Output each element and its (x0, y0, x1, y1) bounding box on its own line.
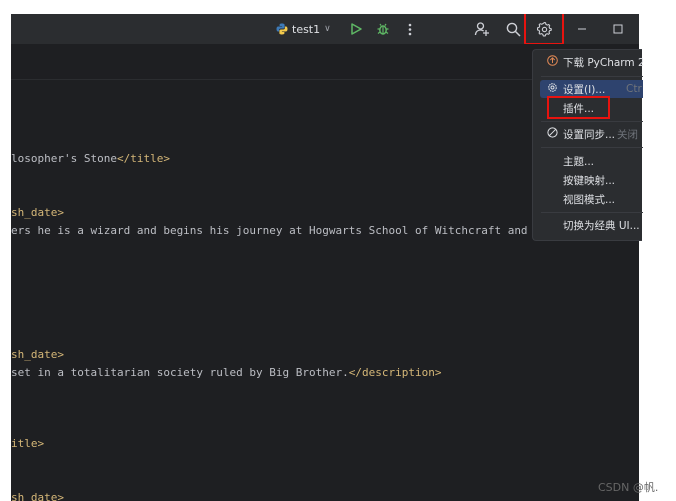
code-line: itle> (11, 437, 44, 450)
watermark: CSDN @帆. (598, 481, 659, 494)
code-line: sh_date> (11, 206, 64, 219)
maximize-button[interactable] (609, 20, 627, 38)
code-line: set in a totalitarian society ruled by B… (11, 366, 441, 379)
more-actions-button[interactable] (401, 20, 419, 38)
menu-item-keymap[interactable]: 按键映射... (533, 171, 643, 189)
add-user-icon (474, 22, 489, 36)
sync-status: 关闭 (617, 128, 638, 141)
code-tag: </description> (348, 366, 442, 379)
menu-item-label: 设置(I)... (563, 83, 606, 96)
python-icon (276, 23, 288, 35)
run-button[interactable] (347, 20, 365, 38)
code-tag: </title> (116, 152, 170, 165)
upgrade-icon (547, 55, 558, 69)
bug-icon (377, 23, 389, 35)
settings-highlight-box (524, 14, 564, 45)
debug-button[interactable] (374, 20, 392, 38)
menu-item-switch-classic-ui[interactable]: 切换为经典 UI... (533, 216, 643, 234)
menu-item-theme[interactable]: 主题... (533, 152, 643, 170)
menu-item-label: 下载 PyCharm 2 (563, 56, 643, 69)
search-icon (506, 22, 521, 37)
menu-item-settings-sync[interactable]: 设置同步... 关闭 (533, 125, 643, 143)
menu-item-download[interactable]: 下载 PyCharm 2 (533, 53, 643, 71)
code-tag: sh_date> (11, 206, 64, 219)
plugins-highlight-box (547, 96, 610, 119)
run-icon (351, 23, 362, 35)
run-config-selector[interactable]: test1 ∨ (276, 21, 331, 37)
menu-item-label: 切换为经典 UI... (563, 219, 640, 232)
chevron-down-icon: ∨ (324, 24, 331, 34)
code-line: losopher's Stone</title> (11, 152, 170, 165)
code-text: set in a totalitarian society ruled by B… (11, 366, 349, 379)
search-button[interactable] (504, 20, 522, 38)
menu-divider (541, 76, 643, 77)
menu-item-label: 按键映射... (563, 174, 616, 187)
code-tag: itle> (11, 437, 45, 450)
code-text: ers he is a wizard and begins his journe… (11, 224, 548, 237)
minimize-icon (578, 28, 586, 30)
menu-item-label: 视图模式... (563, 193, 616, 206)
code-line: sh_date> (11, 348, 64, 361)
main-toolbar: test1 ∨ (11, 14, 639, 45)
gear-icon (547, 82, 558, 96)
maximize-icon (613, 24, 623, 34)
code-line: sh_date> (11, 491, 64, 501)
code-text: losopher's Stone (11, 152, 117, 165)
code-tag: sh_date> (11, 348, 64, 361)
code-tag: sh_date> (11, 491, 64, 501)
menu-divider (541, 147, 643, 148)
add-collaborator-button[interactable] (473, 20, 491, 38)
settings-dropdown-menu: 下载 PyCharm 2 设置(I)... Ctr 插件... 设置同步... … (532, 49, 643, 241)
menu-item-shortcut: Ctr (626, 83, 642, 95)
code-line: ers he is a wizard and begins his journe… (11, 224, 547, 237)
run-config-label: test1 (292, 22, 321, 36)
menu-divider (541, 212, 643, 213)
menu-item-label: 设置同步... (563, 128, 616, 141)
minimize-button[interactable] (573, 20, 591, 38)
menu-divider (541, 121, 643, 122)
menu-item-view-mode[interactable]: 视图模式... (533, 190, 643, 208)
menu-item-label: 主题... (563, 155, 595, 168)
more-vertical-icon (408, 23, 412, 35)
sync-off-icon (547, 127, 558, 141)
